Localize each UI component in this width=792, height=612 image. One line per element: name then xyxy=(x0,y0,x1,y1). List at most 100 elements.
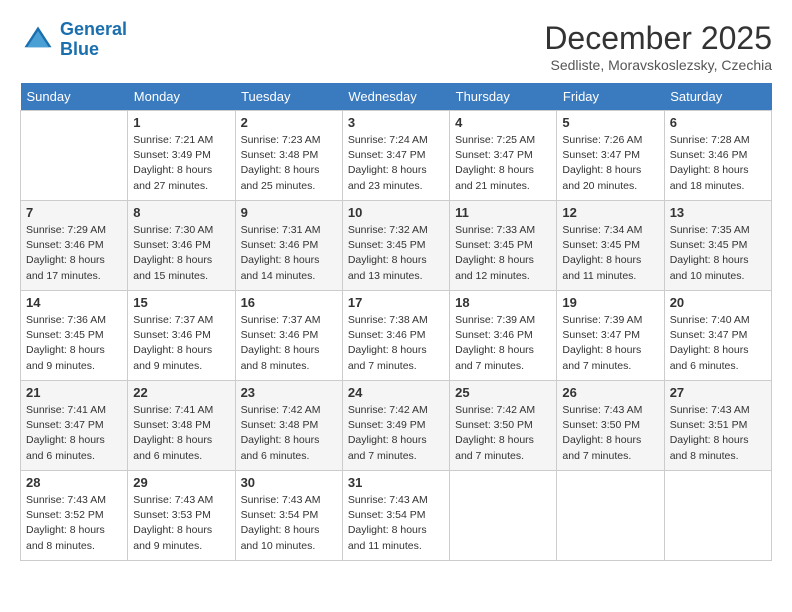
calendar-cell: 13 Sunrise: 7:35 AMSunset: 3:45 PMDaylig… xyxy=(664,201,771,291)
day-info: Sunrise: 7:42 AMSunset: 3:48 PMDaylight:… xyxy=(241,403,337,464)
day-info: Sunrise: 7:42 AMSunset: 3:49 PMDaylight:… xyxy=(348,403,444,464)
calendar-cell: 15 Sunrise: 7:37 AMSunset: 3:46 PMDaylig… xyxy=(128,291,235,381)
day-info: Sunrise: 7:40 AMSunset: 3:47 PMDaylight:… xyxy=(670,313,766,374)
calendar-cell: 2 Sunrise: 7:23 AMSunset: 3:48 PMDayligh… xyxy=(235,111,342,201)
day-number: 19 xyxy=(562,295,658,310)
day-info: Sunrise: 7:43 AMSunset: 3:53 PMDaylight:… xyxy=(133,493,229,554)
day-info: Sunrise: 7:31 AMSunset: 3:46 PMDaylight:… xyxy=(241,223,337,284)
calendar-cell: 24 Sunrise: 7:42 AMSunset: 3:49 PMDaylig… xyxy=(342,381,449,471)
day-info: Sunrise: 7:39 AMSunset: 3:47 PMDaylight:… xyxy=(562,313,658,374)
day-number: 12 xyxy=(562,205,658,220)
title-block: December 2025 Sedliste, Moravskoslezsky,… xyxy=(544,20,772,73)
day-info: Sunrise: 7:41 AMSunset: 3:47 PMDaylight:… xyxy=(26,403,122,464)
day-info: Sunrise: 7:21 AMSunset: 3:49 PMDaylight:… xyxy=(133,133,229,194)
day-info: Sunrise: 7:29 AMSunset: 3:46 PMDaylight:… xyxy=(26,223,122,284)
calendar-cell: 14 Sunrise: 7:36 AMSunset: 3:45 PMDaylig… xyxy=(21,291,128,381)
day-number: 7 xyxy=(26,205,122,220)
day-info: Sunrise: 7:24 AMSunset: 3:47 PMDaylight:… xyxy=(348,133,444,194)
calendar-cell: 20 Sunrise: 7:40 AMSunset: 3:47 PMDaylig… xyxy=(664,291,771,381)
day-number: 30 xyxy=(241,475,337,490)
day-number: 9 xyxy=(241,205,337,220)
day-number: 1 xyxy=(133,115,229,130)
day-info: Sunrise: 7:36 AMSunset: 3:45 PMDaylight:… xyxy=(26,313,122,374)
day-number: 24 xyxy=(348,385,444,400)
location: Sedliste, Moravskoslezsky, Czechia xyxy=(544,57,772,73)
day-number: 6 xyxy=(670,115,766,130)
weekday-header-sunday: Sunday xyxy=(21,83,128,111)
calendar-cell: 17 Sunrise: 7:38 AMSunset: 3:46 PMDaylig… xyxy=(342,291,449,381)
calendar-cell: 21 Sunrise: 7:41 AMSunset: 3:47 PMDaylig… xyxy=(21,381,128,471)
day-number: 17 xyxy=(348,295,444,310)
calendar-cell: 10 Sunrise: 7:32 AMSunset: 3:45 PMDaylig… xyxy=(342,201,449,291)
day-info: Sunrise: 7:43 AMSunset: 3:52 PMDaylight:… xyxy=(26,493,122,554)
calendar-cell: 27 Sunrise: 7:43 AMSunset: 3:51 PMDaylig… xyxy=(664,381,771,471)
day-info: Sunrise: 7:43 AMSunset: 3:54 PMDaylight:… xyxy=(348,493,444,554)
weekday-header-friday: Friday xyxy=(557,83,664,111)
day-info: Sunrise: 7:25 AMSunset: 3:47 PMDaylight:… xyxy=(455,133,551,194)
calendar-cell: 9 Sunrise: 7:31 AMSunset: 3:46 PMDayligh… xyxy=(235,201,342,291)
day-number: 18 xyxy=(455,295,551,310)
calendar-cell: 12 Sunrise: 7:34 AMSunset: 3:45 PMDaylig… xyxy=(557,201,664,291)
day-info: Sunrise: 7:32 AMSunset: 3:45 PMDaylight:… xyxy=(348,223,444,284)
calendar-cell: 25 Sunrise: 7:42 AMSunset: 3:50 PMDaylig… xyxy=(450,381,557,471)
day-number: 2 xyxy=(241,115,337,130)
day-info: Sunrise: 7:43 AMSunset: 3:50 PMDaylight:… xyxy=(562,403,658,464)
calendar-cell: 22 Sunrise: 7:41 AMSunset: 3:48 PMDaylig… xyxy=(128,381,235,471)
day-number: 22 xyxy=(133,385,229,400)
calendar-cell xyxy=(557,471,664,561)
calendar-cell xyxy=(21,111,128,201)
day-number: 20 xyxy=(670,295,766,310)
calendar-cell: 7 Sunrise: 7:29 AMSunset: 3:46 PMDayligh… xyxy=(21,201,128,291)
day-number: 28 xyxy=(26,475,122,490)
weekday-header-thursday: Thursday xyxy=(450,83,557,111)
calendar-cell: 6 Sunrise: 7:28 AMSunset: 3:46 PMDayligh… xyxy=(664,111,771,201)
logo-icon xyxy=(20,22,56,58)
month-title: December 2025 xyxy=(544,20,772,57)
day-number: 11 xyxy=(455,205,551,220)
day-info: Sunrise: 7:28 AMSunset: 3:46 PMDaylight:… xyxy=(670,133,766,194)
day-number: 29 xyxy=(133,475,229,490)
day-number: 14 xyxy=(26,295,122,310)
weekday-header-wednesday: Wednesday xyxy=(342,83,449,111)
day-number: 26 xyxy=(562,385,658,400)
day-number: 15 xyxy=(133,295,229,310)
calendar-cell xyxy=(664,471,771,561)
day-info: Sunrise: 7:23 AMSunset: 3:48 PMDaylight:… xyxy=(241,133,337,194)
day-number: 21 xyxy=(26,385,122,400)
calendar-cell: 18 Sunrise: 7:39 AMSunset: 3:46 PMDaylig… xyxy=(450,291,557,381)
day-number: 27 xyxy=(670,385,766,400)
logo-general: General xyxy=(60,19,127,39)
logo: General Blue xyxy=(20,20,127,60)
day-info: Sunrise: 7:35 AMSunset: 3:45 PMDaylight:… xyxy=(670,223,766,284)
day-info: Sunrise: 7:39 AMSunset: 3:46 PMDaylight:… xyxy=(455,313,551,374)
calendar-week-5: 28 Sunrise: 7:43 AMSunset: 3:52 PMDaylig… xyxy=(21,471,772,561)
day-info: Sunrise: 7:30 AMSunset: 3:46 PMDaylight:… xyxy=(133,223,229,284)
weekday-header-row: SundayMondayTuesdayWednesdayThursdayFrid… xyxy=(21,83,772,111)
calendar-cell: 1 Sunrise: 7:21 AMSunset: 3:49 PMDayligh… xyxy=(128,111,235,201)
calendar-cell: 28 Sunrise: 7:43 AMSunset: 3:52 PMDaylig… xyxy=(21,471,128,561)
calendar-week-2: 7 Sunrise: 7:29 AMSunset: 3:46 PMDayligh… xyxy=(21,201,772,291)
day-number: 10 xyxy=(348,205,444,220)
calendar-cell: 3 Sunrise: 7:24 AMSunset: 3:47 PMDayligh… xyxy=(342,111,449,201)
weekday-header-monday: Monday xyxy=(128,83,235,111)
day-number: 13 xyxy=(670,205,766,220)
calendar-cell: 8 Sunrise: 7:30 AMSunset: 3:46 PMDayligh… xyxy=(128,201,235,291)
day-number: 5 xyxy=(562,115,658,130)
calendar-cell: 19 Sunrise: 7:39 AMSunset: 3:47 PMDaylig… xyxy=(557,291,664,381)
calendar-cell: 23 Sunrise: 7:42 AMSunset: 3:48 PMDaylig… xyxy=(235,381,342,471)
day-info: Sunrise: 7:42 AMSunset: 3:50 PMDaylight:… xyxy=(455,403,551,464)
calendar-cell xyxy=(450,471,557,561)
calendar-cell: 31 Sunrise: 7:43 AMSunset: 3:54 PMDaylig… xyxy=(342,471,449,561)
day-info: Sunrise: 7:37 AMSunset: 3:46 PMDaylight:… xyxy=(133,313,229,374)
calendar-cell: 26 Sunrise: 7:43 AMSunset: 3:50 PMDaylig… xyxy=(557,381,664,471)
day-info: Sunrise: 7:43 AMSunset: 3:51 PMDaylight:… xyxy=(670,403,766,464)
day-info: Sunrise: 7:33 AMSunset: 3:45 PMDaylight:… xyxy=(455,223,551,284)
calendar-cell: 11 Sunrise: 7:33 AMSunset: 3:45 PMDaylig… xyxy=(450,201,557,291)
day-number: 3 xyxy=(348,115,444,130)
day-number: 31 xyxy=(348,475,444,490)
calendar-week-1: 1 Sunrise: 7:21 AMSunset: 3:49 PMDayligh… xyxy=(21,111,772,201)
day-number: 16 xyxy=(241,295,337,310)
calendar-cell: 29 Sunrise: 7:43 AMSunset: 3:53 PMDaylig… xyxy=(128,471,235,561)
weekday-header-tuesday: Tuesday xyxy=(235,83,342,111)
day-number: 8 xyxy=(133,205,229,220)
